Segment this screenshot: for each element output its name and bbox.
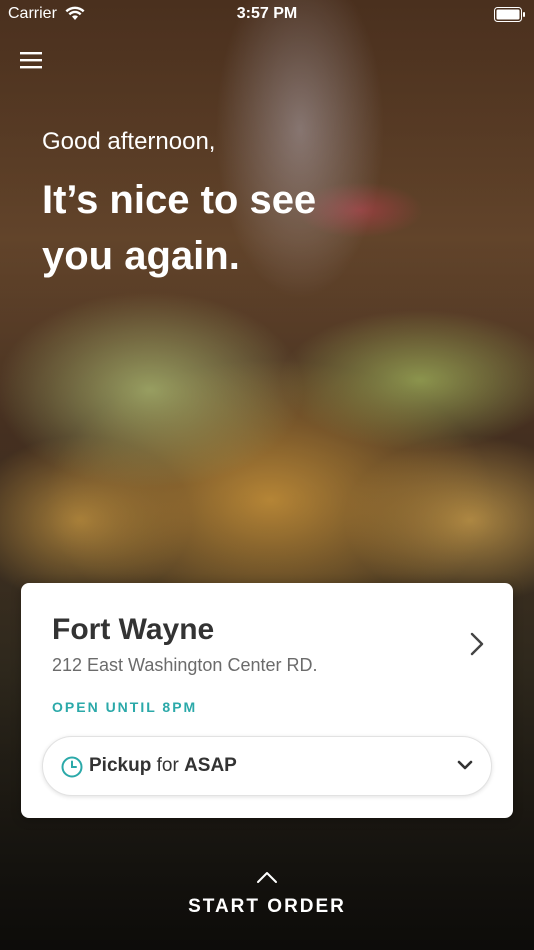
- start-order-button[interactable]: START ORDER: [0, 862, 534, 922]
- start-order-label: START ORDER: [188, 896, 346, 917]
- hamburger-menu-icon: [20, 52, 42, 69]
- menu-button[interactable]: [20, 50, 44, 72]
- chevron-up-icon: [257, 872, 277, 883]
- clock-icon: [61, 756, 83, 778]
- pickup-label: Pickup for ASAP: [89, 755, 237, 777]
- store-name: Fort Wayne: [52, 613, 215, 646]
- store-address: 212 East Washington Center RD.: [52, 655, 318, 675]
- status-bar: Carrier 3:57 PM: [0, 0, 534, 30]
- chevron-down-icon: [457, 760, 473, 770]
- welcome-headline: It’s nice to see you again.: [42, 178, 317, 278]
- store-hours-status: OPEN UNTIL 8PM: [52, 699, 198, 715]
- pickup-connector: for: [156, 755, 179, 776]
- pickup-time-selector[interactable]: Pickup for ASAP: [42, 736, 492, 796]
- pickup-time: ASAP: [184, 755, 237, 776]
- battery-icon: [494, 7, 525, 22]
- greeting-text: Good afternoon,: [42, 128, 216, 155]
- pickup-mode: Pickup: [89, 755, 152, 776]
- location-card[interactable]: Fort Wayne 212 East Washington Center RD…: [21, 583, 513, 818]
- status-time: 3:57 PM: [236, 5, 298, 22]
- chevron-right-icon[interactable]: [469, 631, 485, 657]
